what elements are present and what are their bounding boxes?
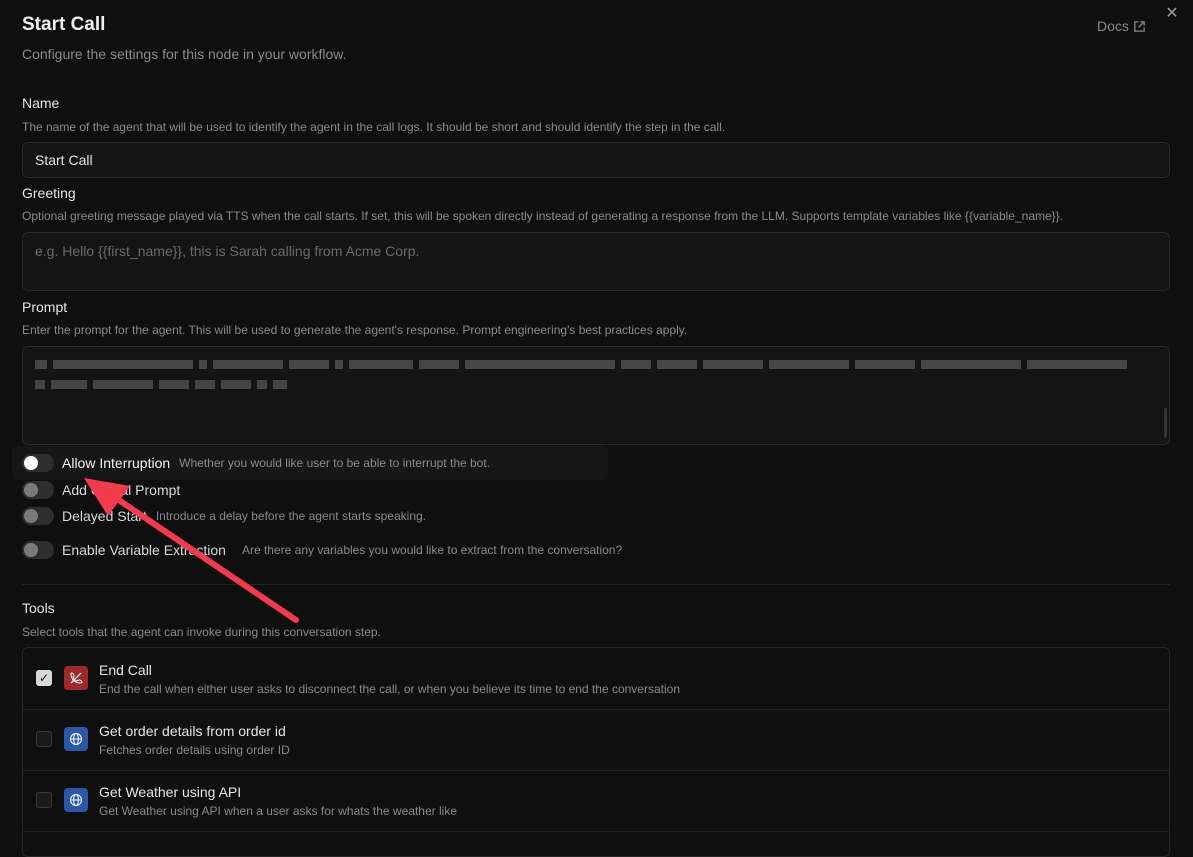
toggle-label: Allow Interruption <box>62 455 171 471</box>
name-label: Name <box>22 95 60 111</box>
add-global-prompt-switch[interactable] <box>22 481 54 499</box>
toggle-delayed-start[interactable]: Delayed Start Introduce a delay before t… <box>22 507 426 525</box>
tool-name: End Call <box>99 662 152 678</box>
close-icon[interactable]: ✕ <box>1164 6 1180 22</box>
name-field-wrapper <box>22 142 1170 178</box>
toggle-desc: Whether you would like user to be able t… <box>179 456 491 470</box>
greeting-label: Greeting <box>22 185 76 201</box>
tools-list: ✓ End Call End the call when either user… <box>22 647 1170 857</box>
tool-name: Get Weather using API <box>99 784 242 800</box>
tool-name: Get order details from order id <box>99 723 286 739</box>
toggle-allow-interruption[interactable]: Allow Interruption Whether you would lik… <box>22 454 490 472</box>
docs-link[interactable]: Docs <box>1097 18 1146 34</box>
toggle-label: Enable Variable Extraction <box>62 542 226 558</box>
tool-desc: Get Weather using API when a user asks f… <box>99 804 457 818</box>
section-divider <box>22 584 1170 585</box>
docs-label: Docs <box>1097 18 1129 34</box>
greeting-field-wrapper <box>22 232 1170 291</box>
variable-extraction-switch[interactable] <box>22 541 54 559</box>
greeting-input[interactable] <box>23 233 1169 289</box>
toggle-enable-variable-extraction[interactable]: Enable Variable Extraction Are there any… <box>22 541 622 559</box>
prompt-label: Prompt <box>22 299 68 315</box>
page-title: Start Call <box>22 14 106 35</box>
tool-checkbox[interactable]: ✓ <box>36 670 52 686</box>
toggle-desc: Introduce a delay before the agent start… <box>155 509 427 523</box>
toggle-label: Add Global Prompt <box>62 482 181 498</box>
tool-desc: End the call when either user asks to di… <box>99 682 680 696</box>
tools-label: Tools <box>22 600 55 616</box>
globe-icon <box>64 788 88 812</box>
node-settings-panel: Start Call Configure the settings for th… <box>0 0 1193 857</box>
page-subtitle: Configure the settings for this node in … <box>22 46 347 62</box>
name-hint: The name of the agent that will be used … <box>22 120 726 134</box>
tool-item-get-weather[interactable]: Get Weather using API Get Weather using … <box>23 770 1169 832</box>
tool-checkbox[interactable] <box>36 731 52 747</box>
toggle-label: Delayed Start <box>62 508 147 524</box>
delayed-start-switch[interactable] <box>22 507 54 525</box>
prompt-redacted-line-2 <box>35 380 287 389</box>
tools-hint: Select tools that the agent can invoke d… <box>22 625 381 639</box>
tool-item-end-call[interactable]: ✓ End Call End the call when either user… <box>23 648 1169 710</box>
toggle-desc: Are there any variables you would like t… <box>241 543 623 557</box>
phone-off-icon <box>64 666 88 690</box>
tool-item-get-order-details[interactable]: Get order details from order id Fetches … <box>23 709 1169 771</box>
external-link-icon <box>1134 20 1145 32</box>
tool-desc: Fetches order details using order ID <box>99 743 290 757</box>
prompt-redacted-line-1 <box>35 360 1127 369</box>
prompt-input[interactable] <box>22 346 1170 445</box>
prompt-hint: Enter the prompt for the agent. This wil… <box>22 323 688 337</box>
prompt-scrollbar[interactable] <box>1164 408 1167 438</box>
allow-interruption-switch[interactable] <box>22 454 54 472</box>
name-input[interactable] <box>23 143 1169 177</box>
globe-icon <box>64 727 88 751</box>
greeting-hint: Optional greeting message played via TTS… <box>22 209 1064 223</box>
toggle-add-global-prompt[interactable]: Add Global Prompt <box>22 481 180 499</box>
tool-checkbox[interactable] <box>36 792 52 808</box>
